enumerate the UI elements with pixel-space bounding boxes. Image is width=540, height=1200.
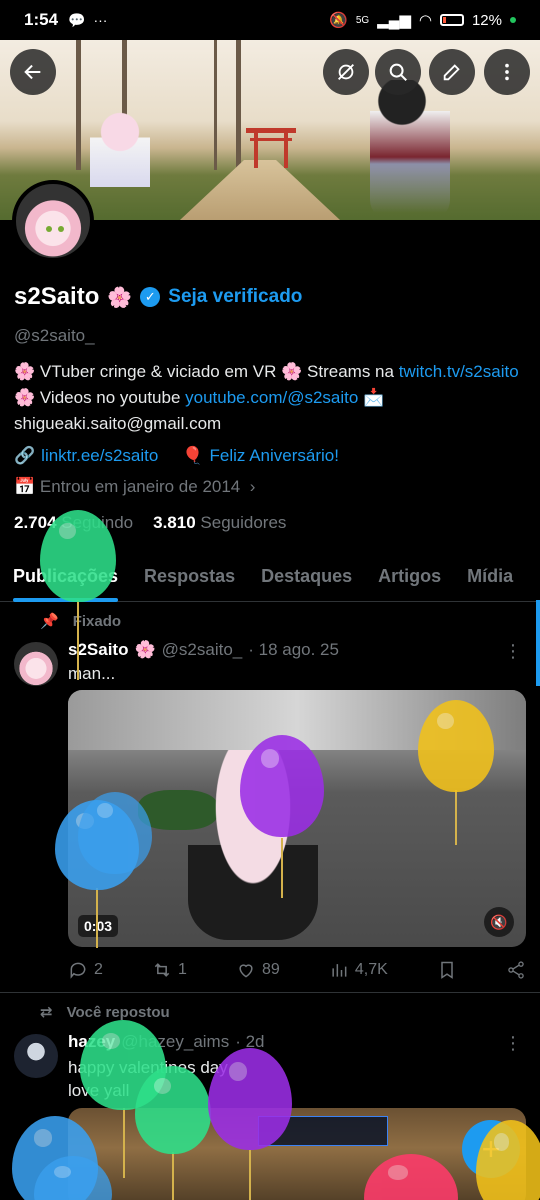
tab-highlights[interactable]: Destaques: [248, 556, 365, 601]
more-vertical-icon: [505, 63, 509, 81]
reply-button[interactable]: 2: [68, 960, 103, 980]
speaker-off-icon: 🔇: [490, 913, 508, 930]
banner-character-left: [90, 110, 150, 220]
banner-character-right: [370, 80, 450, 220]
tab-media[interactable]: Mídia: [454, 556, 526, 601]
mute-button[interactable]: 🔇: [484, 907, 514, 937]
get-verified-link[interactable]: Seja verificado: [168, 286, 302, 308]
back-button[interactable]: [10, 49, 56, 95]
repost-icon: ⇄: [40, 1004, 53, 1021]
heart-icon: [239, 964, 253, 978]
mute-status-icon: 🔕: [329, 12, 348, 29]
eye-off-icon: [338, 64, 354, 80]
flower-emoji: 🌸: [107, 286, 133, 309]
website-link[interactable]: linktr.ee/s2saito: [41, 446, 158, 465]
post-divider: [0, 992, 540, 993]
views-button[interactable]: 4,7K: [329, 960, 388, 980]
share-icon: [508, 961, 524, 979]
post-more-button[interactable]: ⋮: [504, 1033, 522, 1054]
bookmark-button[interactable]: [437, 960, 457, 980]
pencil-icon: [443, 64, 460, 81]
balloon-green: [135, 1066, 211, 1154]
flower-emoji: 🌸: [134, 640, 156, 659]
balloon-purple: [208, 1048, 292, 1150]
more-button[interactable]: [484, 49, 530, 95]
wifi-icon: ◠: [418, 12, 432, 29]
bar-chart-icon: [332, 964, 347, 977]
profile-handle: @s2saito_: [14, 326, 95, 345]
profile-name-row: s2Saito 🌸 ✓ Seja verificado: [14, 283, 302, 311]
post-avatar[interactable]: [14, 1034, 58, 1078]
profile-name: s2Saito: [14, 283, 100, 310]
profile-avatar[interactable]: [12, 180, 94, 262]
balloon-green: [40, 510, 116, 602]
chevron-right-icon: ›: [245, 477, 256, 496]
verified-badge-icon[interactable]: ✓: [140, 287, 161, 307]
link-icon: 🔗: [14, 446, 36, 465]
pinned-label: 📌 Fixado: [40, 612, 122, 631]
repost-button[interactable]: 1: [152, 960, 187, 980]
video-duration: 0:03: [78, 915, 119, 937]
tab-articles[interactable]: Artigos: [365, 556, 454, 601]
torii-gate: [246, 128, 296, 168]
post-text: man...: [68, 664, 116, 683]
comment-icon: [70, 962, 86, 979]
scroll-indicator: [536, 600, 540, 686]
birthday-link[interactable]: Feliz Aniversário!: [210, 446, 339, 465]
post-actions: 2 1 89 4,7K: [68, 960, 526, 980]
balloon-yellow: [418, 700, 494, 792]
chat-notification-icon: 💬: [68, 11, 86, 28]
pin-icon: 📌: [40, 613, 59, 630]
battery-label: 12%: [471, 11, 502, 29]
status-time: 1:54: [24, 10, 59, 29]
post-handle[interactable]: @s2saito_: [162, 640, 243, 660]
bookmark-icon: [441, 961, 453, 979]
post-more-button[interactable]: ⋮: [504, 641, 522, 662]
twitch-link[interactable]: twitch.tv/s2saito: [399, 362, 519, 381]
profile-bio: 🌸 VTuber cringe & viciado em VR 🌸 Stream…: [14, 362, 519, 433]
arrow-left-icon: [24, 64, 41, 80]
repost-icon: [154, 963, 170, 977]
calendar-icon: 📅: [14, 477, 36, 496]
youtube-link[interactable]: youtube.com/@s2saito: [185, 388, 358, 407]
network-label: 5G: [355, 14, 370, 26]
search-icon: [389, 63, 407, 81]
post-header: s2Saito 🌸 @s2saito_ · 18 ago. 25: [68, 640, 339, 660]
edit-button[interactable]: [429, 49, 475, 95]
battery-icon: [439, 14, 464, 26]
followers-link[interactable]: 3.810 Seguidores: [153, 513, 286, 533]
post-avatar[interactable]: [14, 642, 58, 686]
privacy-indicator-icon: [510, 17, 516, 23]
balloon-blue: [78, 792, 152, 874]
more-notifications-icon: ···: [93, 12, 108, 28]
signal-icon: ▂▄▆: [377, 12, 411, 29]
balloon-icon: 🎈: [182, 446, 204, 465]
joined-date[interactable]: 📅 Entrou em janeiro de 2014 ›: [14, 477, 255, 497]
hide-button[interactable]: [323, 49, 369, 95]
status-bar: 1:54 💬 ··· 🔕 5G ▂▄▆ ◠ 12%: [0, 0, 540, 40]
post-date: · 18 ago. 25: [248, 640, 339, 659]
like-button[interactable]: 89: [236, 960, 280, 980]
search-button[interactable]: [375, 49, 421, 95]
profile-meta: 🔗 linktr.ee/s2saito 🎈 Feliz Aniversário!: [14, 446, 339, 466]
balloon-purple: [240, 735, 324, 837]
repost-label: ⇄ Você repostou: [40, 1003, 170, 1022]
share-button[interactable]: [506, 960, 526, 980]
tab-replies[interactable]: Respostas: [131, 556, 248, 601]
